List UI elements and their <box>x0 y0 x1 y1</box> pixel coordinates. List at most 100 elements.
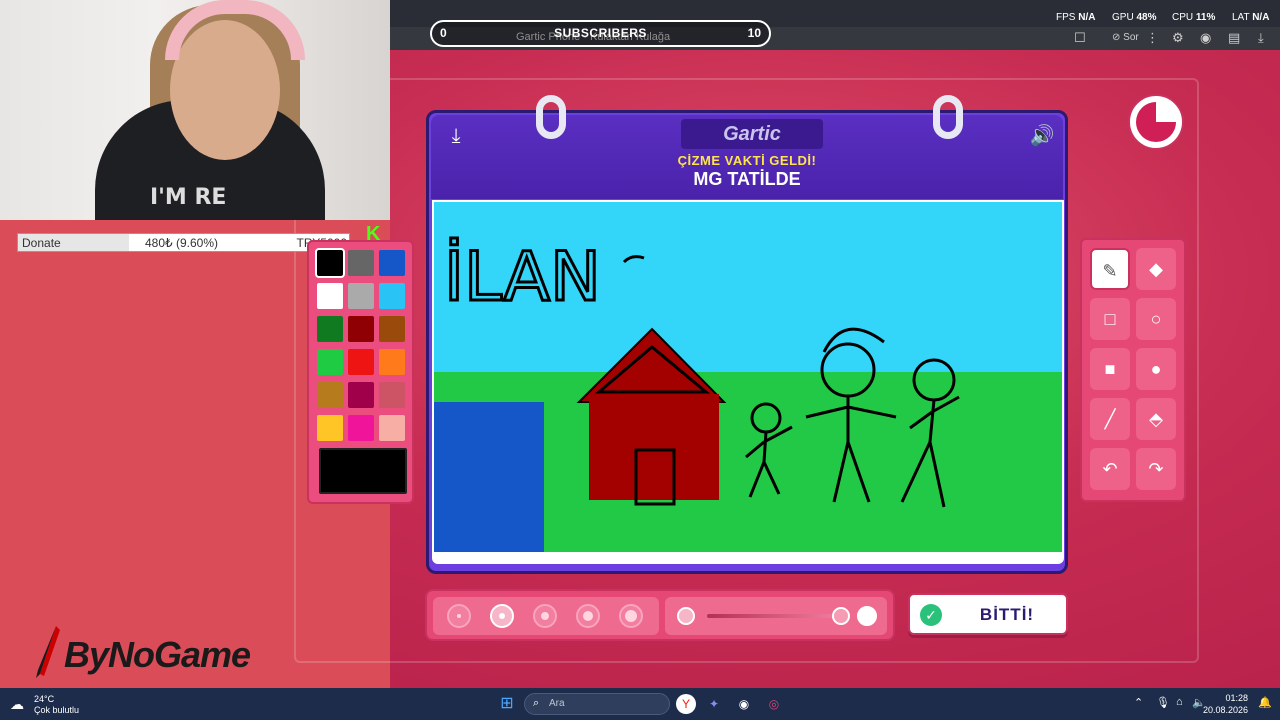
drawing-instruction: ÇİZME VAKTİ GELDİ! <box>677 153 817 168</box>
download-drawing-icon[interactable]: ⤓ <box>443 123 469 149</box>
clock-time: 01:28 <box>1225 693 1248 703</box>
network-icon[interactable]: ⌂ <box>1176 696 1183 708</box>
collections-icon[interactable]: ▤ <box>1228 30 1240 46</box>
color-swatch[interactable] <box>317 349 343 375</box>
done-button-label: BİTTİ! <box>979 605 1035 624</box>
brush-size-button[interactable] <box>533 604 557 628</box>
brush-size-dot-icon <box>625 610 637 622</box>
color-swatch[interactable] <box>379 250 405 276</box>
color-swatch[interactable] <box>348 316 374 342</box>
brush-options-bar <box>425 589 895 641</box>
blue-block <box>434 402 544 552</box>
color-swatch[interactable] <box>348 382 374 408</box>
color-swatch[interactable] <box>317 415 343 441</box>
opacity-slider-handle[interactable] <box>832 607 850 625</box>
color-swatch[interactable] <box>317 283 343 309</box>
watermark-text: ByNoGame <box>64 634 251 675</box>
circle-outline-tool[interactable]: ○ <box>1136 298 1176 340</box>
color-swatch[interactable] <box>348 415 374 441</box>
brush-size-button[interactable] <box>490 604 514 628</box>
windows-taskbar: ☁ 24°C Çok bulutlu ⊞ ⌕ Ara Y ✦ ◉ ◎ ⌃ 🎙 ⌂… <box>0 688 1280 720</box>
pen-logo-icon <box>36 626 60 678</box>
microphone-icon[interactable]: 🎙 <box>1156 696 1170 709</box>
more-icon[interactable]: ⋮ <box>1146 30 1159 46</box>
donate-label: Donate <box>22 236 61 250</box>
search-placeholder: Ara <box>549 698 565 709</box>
notification-bell-icon[interactable]: 🔔 <box>1258 696 1272 709</box>
color-swatch[interactable] <box>348 250 374 276</box>
cloud-icon: ☁ <box>10 696 24 712</box>
sound-icon[interactable]: 🔊 <box>1029 123 1055 149</box>
card-header: Gartic ÇİZME VAKTİ GELDİ! MG TATİLDE ⤓ 🔊 <box>431 115 1063 199</box>
weather-temp: 24°C <box>34 694 55 704</box>
webcam-shirt-text: I'M RE <box>150 185 227 210</box>
donate-progress-text: 480₺ (9.60%) <box>145 236 219 250</box>
done-button[interactable]: ✓ BİTTİ! <box>908 593 1068 635</box>
tool-panel: ✎ ◆ □ ○ ■ ● ╱ ⬘ ↶ ↷ <box>1080 238 1186 502</box>
donate-goal-bar: Donate 480₺ (9.60%) TRY5000 <box>17 233 350 252</box>
binder-ring-right <box>933 95 963 139</box>
teams-icon[interactable]: ✦ <box>704 694 724 714</box>
ask-button[interactable]: ⊘ Sor <box>1112 32 1139 43</box>
drawing-canvas[interactable]: İLAN <box>432 200 1064 564</box>
color-swatch[interactable] <box>379 382 405 408</box>
extensions-icon[interactable]: ⚙ <box>1172 30 1184 46</box>
gpu-stat: GPU 48% <box>1112 12 1157 23</box>
fps-stat: FPS N/A <box>1056 12 1096 23</box>
canvas-drawing: İLAN <box>434 202 1062 552</box>
house-wall <box>589 394 719 500</box>
canvas-text: İLAN <box>444 238 601 317</box>
round-timer <box>1130 96 1182 148</box>
search-icon: ⌕ <box>533 697 540 709</box>
weather-desc: Çok bulutlu <box>34 705 80 715</box>
color-swatch[interactable] <box>317 316 343 342</box>
color-swatch[interactable] <box>348 349 374 375</box>
download-icon[interactable]: ⤓ <box>1258 30 1264 46</box>
media-icon[interactable]: ◉ <box>1200 30 1211 46</box>
taskbar-clock[interactable]: 01:28 20.08.2026 <box>1203 692 1248 716</box>
pen-tool[interactable]: ✎ <box>1090 248 1130 290</box>
color-swatch[interactable] <box>379 349 405 375</box>
color-swatch[interactable] <box>379 415 405 441</box>
timer-progress <box>1136 102 1176 142</box>
cpu-stat: CPU 11% <box>1172 12 1216 23</box>
subscribers-goal: 10 <box>747 26 761 40</box>
brush-size-button[interactable] <box>447 604 471 628</box>
taskbar-search[interactable]: ⌕ Ara <box>524 693 670 715</box>
undo-button[interactable]: ↶ <box>1090 448 1130 490</box>
rectangle-fill-tool[interactable]: ■ <box>1090 348 1130 390</box>
line-tool[interactable]: ╱ <box>1090 398 1130 440</box>
eraser-tool[interactable]: ◆ <box>1136 248 1176 290</box>
color-swatch[interactable] <box>315 248 345 278</box>
rectangle-outline-tool[interactable]: □ <box>1090 298 1130 340</box>
current-color-preview <box>319 448 407 494</box>
opacity-group <box>665 597 887 635</box>
redo-button[interactable]: ↷ <box>1136 448 1176 490</box>
color-swatch[interactable] <box>348 283 374 309</box>
circle-fill-tool[interactable]: ● <box>1136 348 1176 390</box>
lat-stat: LAT N/A <box>1232 12 1270 23</box>
app-icon[interactable]: ◎ <box>764 694 784 714</box>
chevron-up-icon[interactable]: ⌃ <box>1134 696 1143 709</box>
binder-ring-left <box>536 95 566 139</box>
color-swatch[interactable] <box>379 283 405 309</box>
fill-bucket-tool[interactable]: ⬘ <box>1136 398 1176 440</box>
brush-size-button[interactable] <box>619 604 643 628</box>
opacity-slider[interactable] <box>707 614 841 618</box>
subscribers-goal-bar: 0 SUBSCRIBERS 10 <box>430 20 771 47</box>
drawing-prompt: MG TATİLDE <box>693 169 801 189</box>
check-icon: ✓ <box>920 604 942 626</box>
brush-size-dot-icon <box>583 611 593 621</box>
brush-size-group <box>433 597 659 635</box>
webcam-feed: I'M RE <box>0 0 390 220</box>
windows-start-icon[interactable]: ⊞ <box>497 694 517 714</box>
color-swatch[interactable] <box>317 382 343 408</box>
color-swatch[interactable] <box>379 316 405 342</box>
bookmark-icon[interactable]: ☐ <box>1074 30 1086 46</box>
yandex-browser-icon[interactable]: Y <box>676 694 696 714</box>
gartic-logo: Gartic <box>681 119 823 149</box>
brush-size-button[interactable] <box>576 604 600 628</box>
color-palette <box>307 240 414 504</box>
obs-icon[interactable]: ◉ <box>734 694 754 714</box>
drawing-card: Gartic ÇİZME VAKTİ GELDİ! MG TATİLDE ⤓ 🔊… <box>426 95 1068 574</box>
